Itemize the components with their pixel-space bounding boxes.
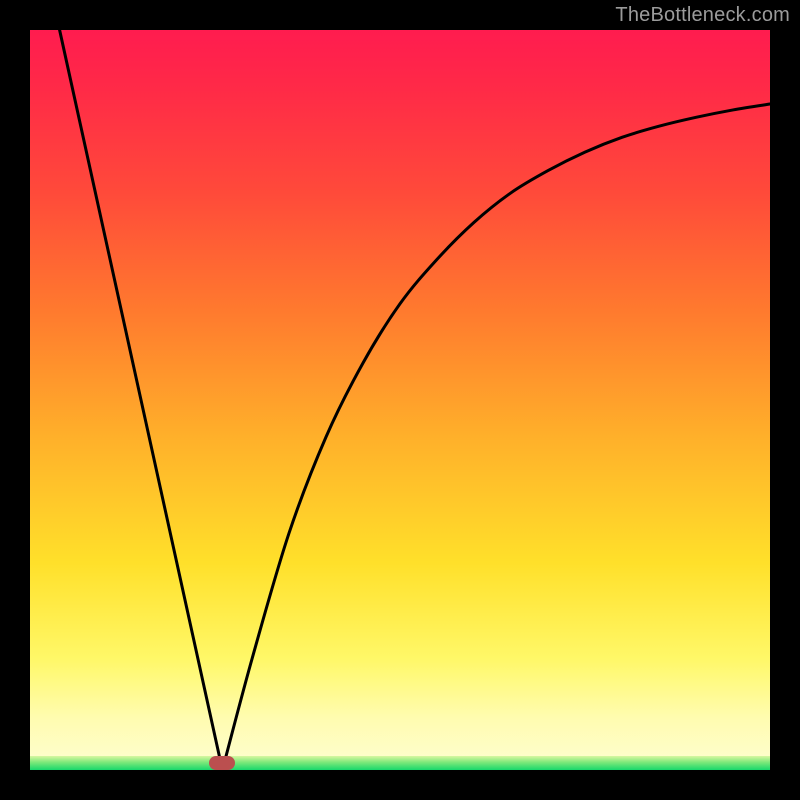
optimum-marker (209, 756, 235, 770)
plot-area (30, 30, 770, 770)
attribution-text: TheBottleneck.com (615, 4, 790, 27)
bottleneck-curve (60, 30, 770, 770)
chart-stage: TheBottleneck.com (0, 0, 800, 800)
curve-layer (30, 30, 770, 770)
